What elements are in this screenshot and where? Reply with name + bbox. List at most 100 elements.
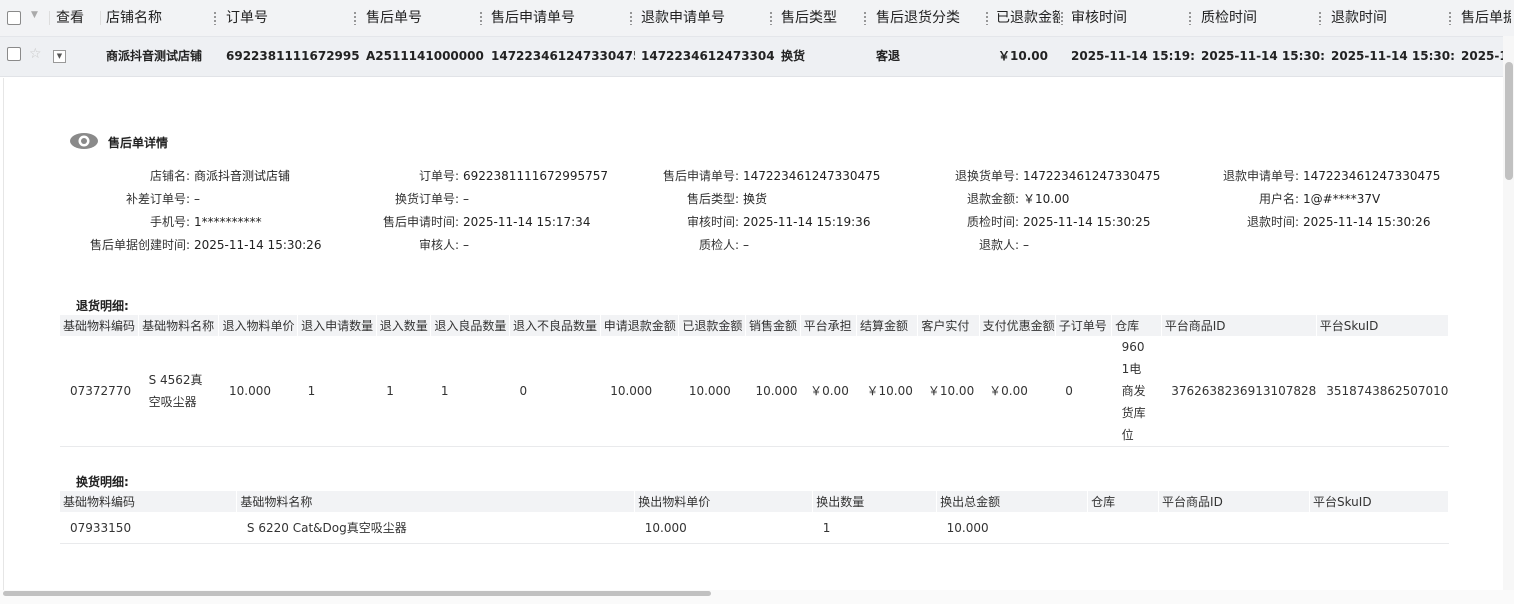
detail-field: 售后申请时间: 2025-11-14 15:17:34 [274, 213, 591, 230]
horizontal-scrollbar-thumb[interactable] [3, 591, 711, 596]
return-col-header: 平台商品ID [1161, 315, 1317, 336]
field-value: 1@#****37V [1303, 192, 1381, 206]
exchange-cell [1087, 512, 1159, 544]
cell-return-category: 客退 [876, 49, 901, 63]
field-label: 手机号: [149, 215, 190, 229]
field-value: 1********** [194, 215, 262, 229]
col-resize-handle[interactable] [986, 11, 988, 25]
vertical-scrollbar-thumb[interactable] [1505, 62, 1513, 180]
cell-audit-time: 2025-11-14 15:19:36 [1071, 49, 1195, 63]
return-cell: 10.000 [678, 336, 746, 447]
detail-field: 补差订单号: – [4, 190, 200, 207]
detail-field: 审核时间: 2025-11-14 15:19:36 [554, 213, 871, 230]
cell-aftersale-type: 换货 [781, 49, 806, 63]
col-resize-handle[interactable] [1061, 11, 1063, 25]
return-detail-table: 基础物料编码 基础物料名称 退入物料单价 退入申请数量 退入数量 退入良品数量 退入不良品数… [60, 315, 1450, 447]
return-cell: 1 [376, 336, 431, 447]
return-cell: 10.000 [745, 336, 801, 447]
exchange-col-header: 换出物料单价 [634, 491, 814, 512]
exchange-col-header: 仓库 [1087, 491, 1160, 512]
return-col-header: 退入不良品数量 [509, 315, 601, 336]
row-checkbox[interactable] [7, 47, 21, 61]
col-resize-handle[interactable] [1189, 11, 1191, 25]
col-resize-handle[interactable] [770, 11, 772, 25]
return-col-header: 已退款金额 [678, 315, 746, 336]
cell-aftersale-no: A25111410000005 [366, 49, 484, 63]
table-row[interactable]: 07372770 S 4562真空吸尘器 10.000 1 1 1 0 10.000 10.00… [60, 336, 1449, 447]
select-all-checkbox[interactable] [7, 11, 21, 25]
col-header-shop[interactable]: 店铺名称 [106, 0, 212, 36]
return-col-header: 申请退款金额 [600, 315, 680, 336]
exchange-col-header: 换出数量 [812, 491, 938, 512]
cell-refund-apply-no: 147223461247330475 [641, 49, 775, 63]
return-col-header: 支付优惠金额 [979, 315, 1056, 336]
cell-order-no: 6922381111672995757 [226, 49, 360, 63]
col-header-refund-time[interactable]: 退款时间 [1331, 0, 1445, 36]
eye-icon [70, 133, 98, 149]
col-resize-handle[interactable] [354, 11, 356, 25]
field-label: 用户名: [1258, 192, 1299, 206]
col-resize-handle[interactable] [864, 11, 866, 25]
col-header-aftersale-type[interactable]: 售后类型 [781, 0, 861, 36]
return-cell: S 4562真空吸尘器 [138, 336, 219, 447]
table-row[interactable]: 07933150 S 6220 Cat&Dog真空吸尘器 10.000 1 10.000 [60, 512, 1449, 544]
detail-field: 质检时间: 2025-11-14 15:30:25 [834, 213, 1151, 230]
col-resize-handle[interactable] [1319, 11, 1321, 25]
detail-field: 售后申请单号: 147223461247330475 [554, 167, 880, 184]
cell-shop: 商派抖音测试店铺 [106, 49, 203, 63]
field-value: – [463, 192, 469, 206]
col-header-return-category[interactable]: 售后退货分类 [876, 0, 984, 36]
detail-field: 退款申请单号: 147223461247330475 [1114, 167, 1440, 184]
detail-field: 换货订单号: – [274, 190, 469, 207]
return-cell: 3518743862507010 [1316, 336, 1449, 447]
return-col-header: 仓库 [1111, 315, 1162, 336]
detail-field: 售后类型: 换货 [554, 190, 767, 207]
cell-aftersale-apply-no: 147223461247330475 [491, 49, 635, 63]
return-col-header: 退入申请数量 [297, 315, 377, 336]
return-cell: 0 [1055, 336, 1112, 447]
col-header-order-no[interactable]: 订单号 [226, 0, 356, 36]
return-detail-title: 退货明细: [76, 299, 129, 313]
field-label: 售后类型: [686, 192, 739, 206]
return-col-header: 退入良品数量 [430, 315, 511, 336]
detail-field: 用户名: 1@#****37V [1114, 190, 1380, 207]
field-label: 售后单据创建时间: [89, 238, 190, 252]
col-header-aftersale-no[interactable]: 售后单号 [366, 0, 478, 36]
field-label: 退款时间: [1246, 215, 1299, 229]
detail-field: 退款金额: ￥10.00 [834, 190, 1069, 207]
col-header-view[interactable]: 查看 [56, 0, 100, 36]
expand-toggle-icon[interactable]: ▼ [53, 50, 66, 63]
field-label: 订单号: [418, 169, 459, 183]
chevron-down-icon[interactable]: ▼ [31, 10, 38, 20]
exchange-col-header: 基础物料名称 [236, 491, 636, 512]
col-header-qc-time[interactable]: 质检时间 [1201, 0, 1315, 36]
col-resize-handle[interactable] [214, 11, 216, 25]
field-label: 换货订单号: [394, 192, 459, 206]
cell-qc-time: 2025-11-14 15:30:25 [1201, 49, 1325, 63]
field-label: 审核人: [418, 238, 459, 252]
detail-field: 手机号: 1********** [4, 213, 262, 230]
field-value: 147223461247330475 [1303, 169, 1441, 183]
col-header-aftersale-doc[interactable]: 售后单据 [1461, 0, 1511, 36]
table-row[interactable]: ☆ ▼ 商派抖音测试店铺 6922381111672995757 A251114… [0, 37, 1514, 77]
exchange-cell: 1 [812, 512, 937, 544]
col-header-refund-apply-no[interactable]: 退款申请单号 [641, 0, 767, 36]
col-header-aftersale-apply-no[interactable]: 售后申请单号 [491, 0, 629, 36]
field-label: 退款金额: [966, 192, 1019, 206]
exchange-col-header: 平台商品ID [1158, 491, 1310, 512]
return-cell: 9601电商发货库位 [1111, 336, 1162, 447]
return-col-header: 销售金额 [745, 315, 801, 336]
col-header-refunded-amount[interactable]: 已退款金额 [996, 0, 1060, 36]
col-resize-handle[interactable] [1449, 11, 1451, 25]
star-icon[interactable]: ☆ [29, 46, 42, 62]
field-value: – [743, 238, 749, 252]
return-col-header: 基础物料编码 [60, 315, 140, 336]
field-label: 退款人: [978, 238, 1019, 252]
col-header-audit-time[interactable]: 审核时间 [1071, 0, 1185, 36]
exchange-cell: 10.000 [634, 512, 813, 544]
col-resize-handle[interactable] [480, 11, 482, 25]
col-resize-handle[interactable] [630, 11, 632, 25]
return-col-header: 基础物料名称 [138, 315, 220, 336]
detail-field: 退款人: – [834, 236, 1029, 253]
return-col-header: 退入物料单价 [218, 315, 299, 336]
